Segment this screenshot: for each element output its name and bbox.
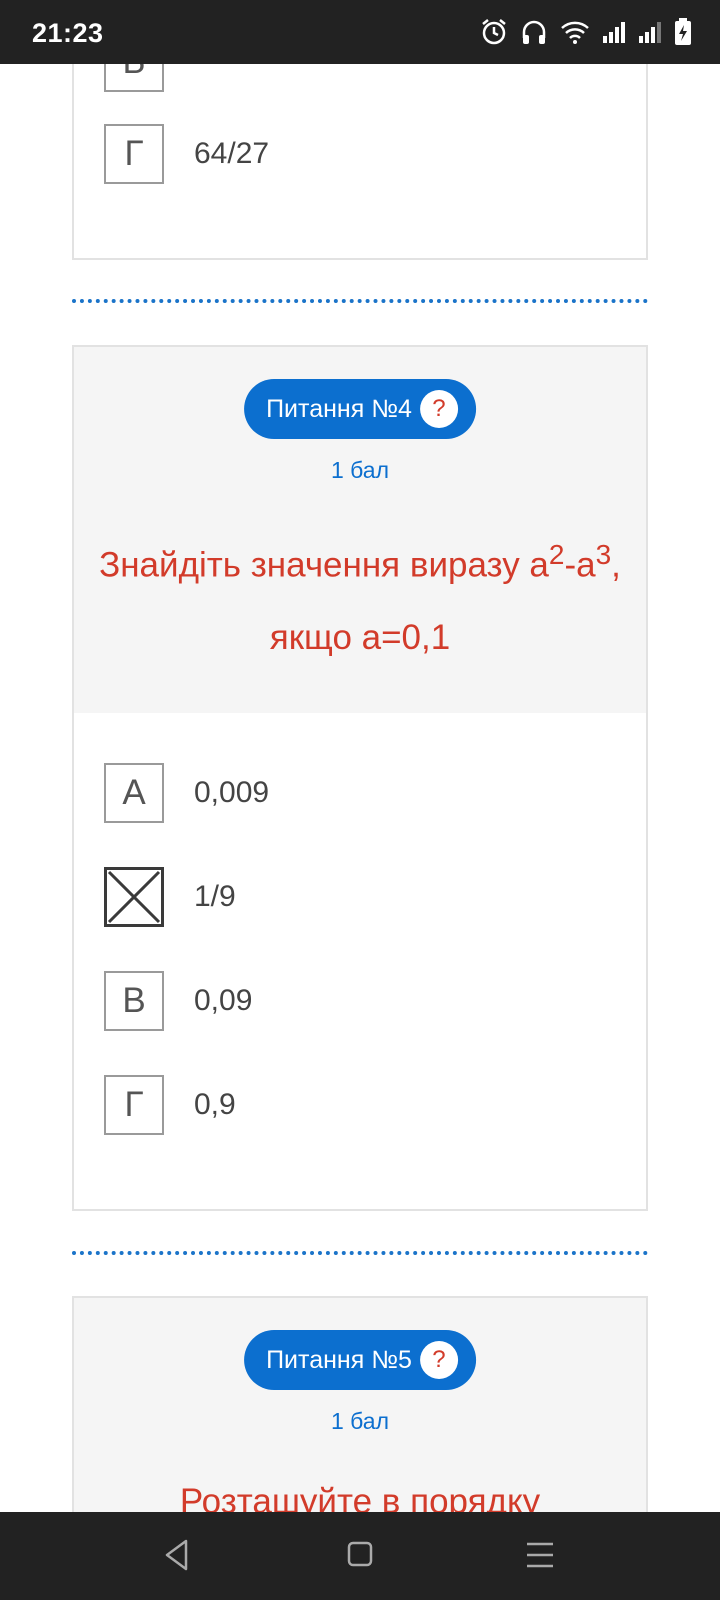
answer-value: 64/27 (194, 137, 270, 170)
question-points: 1 бал (330, 457, 390, 483)
signal-icon (603, 22, 625, 43)
system-nav-bar (0, 1512, 720, 1600)
back-icon[interactable] (162, 1538, 192, 1572)
question-number-badge[interactable]: Питання №4 ? (244, 379, 476, 439)
question-3-card: Б Г 64/27 (72, 30, 648, 260)
question-number-badge[interactable]: Питання №5 ? (244, 1330, 476, 1390)
status-time: 21:23 (32, 18, 104, 48)
answer-checkbox[interactable]: А (104, 763, 164, 823)
status-icons (480, 18, 692, 46)
section-divider (72, 299, 648, 303)
signal-icon (639, 22, 661, 43)
battery-icon (675, 18, 691, 45)
answer-option-g[interactable]: Г 0,9 (104, 1075, 236, 1135)
answer-checkbox[interactable]: В (104, 971, 164, 1031)
help-icon[interactable]: ? (419, 1341, 458, 1379)
question-number-label: Питання №5 (266, 1345, 412, 1374)
answer-value: 0,9 (194, 1088, 236, 1121)
headphones-icon (522, 20, 546, 44)
answer-value: 1/9 (194, 880, 236, 913)
answer-option-b[interactable]: 1/9 (104, 867, 236, 927)
question-points: 1 бал (330, 1408, 390, 1434)
answer-value: 0,09 (194, 984, 253, 1017)
answer-checkbox[interactable]: Г (104, 1075, 164, 1135)
checked-cross-icon (107, 870, 161, 924)
help-icon[interactable]: ? (419, 390, 458, 428)
alarm-icon (482, 19, 506, 45)
section-divider (72, 1251, 648, 1255)
question-4-card: Питання №4 ? 1 бал Знайдіть значення вир… (72, 345, 648, 1211)
answer-value: 0,009 (194, 776, 270, 809)
question-number-label: Питання №4 (266, 394, 412, 423)
answer-option-a[interactable]: А 0,009 (104, 763, 269, 823)
question-text: Знайдіть значення виразу a2-a3, якщо a=0… (99, 539, 621, 657)
answer-option-g[interactable]: Г 64/27 (104, 124, 269, 184)
answer-checkbox[interactable]: Г (104, 124, 164, 184)
answer-option-v[interactable]: В 0,09 (104, 971, 252, 1031)
home-icon[interactable] (346, 1538, 374, 1572)
question-header: Питання №4 ? 1 бал Знайдіть значення вир… (74, 347, 646, 713)
wifi-icon (561, 21, 589, 44)
answer-checkbox-selected[interactable] (104, 867, 164, 927)
status-bar: 21:23 (0, 0, 720, 64)
menu-icon[interactable] (524, 1538, 556, 1572)
